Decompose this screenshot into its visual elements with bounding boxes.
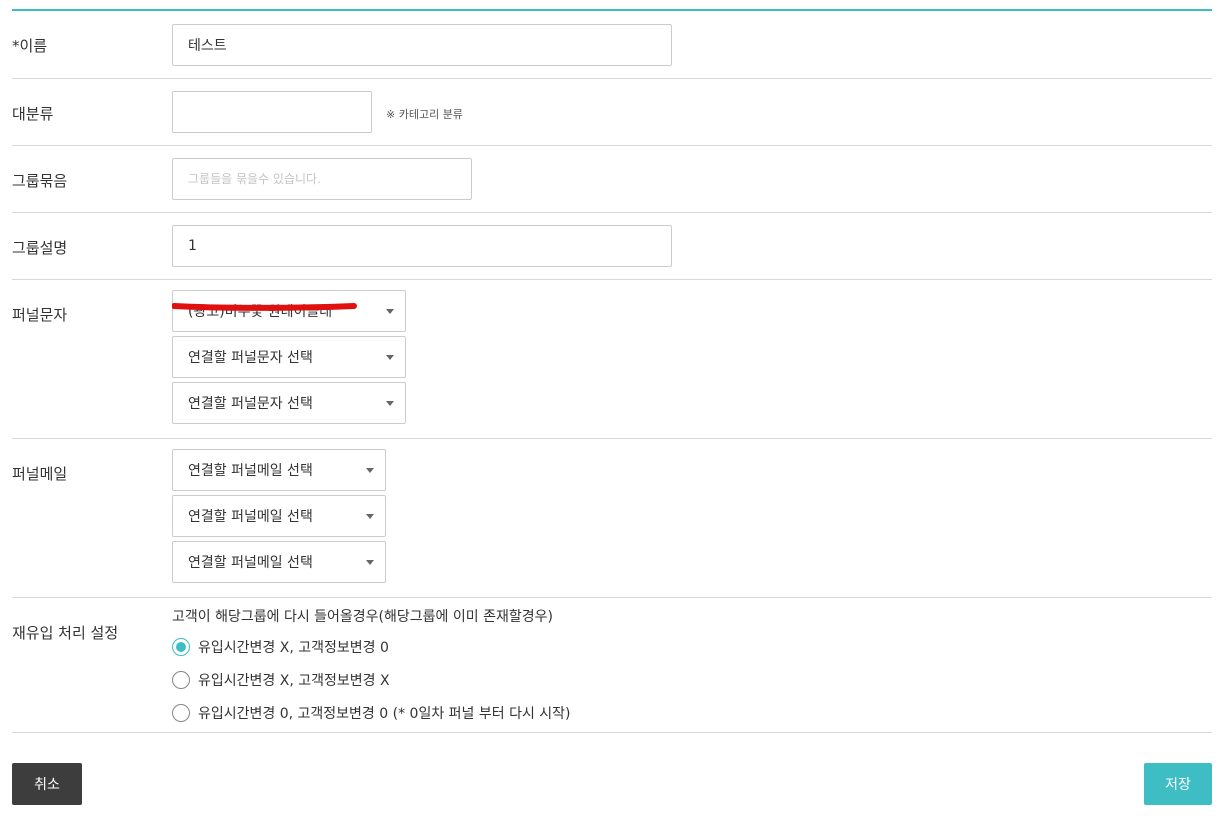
- radio-unchecked-icon[interactable]: [172, 704, 190, 722]
- funnel-sms-select-3-value: 연결할 퍼널문자 선택: [188, 396, 313, 412]
- group-desc-label: 그룹설명: [12, 239, 68, 257]
- funnel-sms-select-2-value: 연결할 퍼널문자 선택: [188, 350, 313, 366]
- chevron-down-icon: [366, 514, 374, 519]
- name-label: *이름: [12, 37, 48, 55]
- funnel-sms-select-2[interactable]: 연결할 퍼널문자 선택: [172, 336, 406, 378]
- reentry-option-1[interactable]: 유입시간변경 X, 고객정보변경 0: [172, 637, 389, 657]
- funnel-sms-label: 퍼널문자: [12, 306, 68, 324]
- funnel-mail-select-3-value: 연결할 퍼널메일 선택: [188, 555, 313, 571]
- funnel-mail-select-1-value: 연결할 퍼널메일 선택: [188, 463, 313, 479]
- chevron-down-icon: [386, 309, 394, 314]
- funnel-mail-select-3[interactable]: 연결할 퍼널메일 선택: [172, 541, 386, 583]
- funnel-mail-select-2-value: 연결할 퍼널메일 선택: [188, 509, 313, 525]
- reentry-option-3[interactable]: 유입시간변경 0, 고객정보변경 0 (* 0일차 퍼널 부터 다시 시작): [172, 703, 571, 723]
- form-row-group-desc: 그룹설명: [12, 213, 1212, 280]
- form-row-category: 대분류 ※ 카테고리 분류: [12, 79, 1212, 146]
- cancel-button[interactable]: 취소: [12, 763, 82, 805]
- funnel-mail-select-2[interactable]: 연결할 퍼널메일 선택: [172, 495, 386, 537]
- category-label: 대분류: [12, 105, 54, 123]
- category-input[interactable]: [172, 91, 372, 133]
- group-bundle-input[interactable]: [172, 158, 472, 200]
- chevron-down-icon: [366, 468, 374, 473]
- group-desc-input[interactable]: [172, 225, 672, 267]
- form-row-reentry: 재유입 처리 설정 고객이 해당그룹에 다시 들어올경우(해당그룹에 이미 존재…: [12, 598, 1212, 733]
- funnel-mail-select-1[interactable]: 연결할 퍼널메일 선택: [172, 449, 386, 491]
- reentry-option-2[interactable]: 유입시간변경 X, 고객정보변경 X: [172, 670, 390, 690]
- form-row-group-bundle: 그룹묶음: [12, 146, 1212, 213]
- group-bundle-label: 그룹묶음: [12, 172, 68, 190]
- red-underline-mark: [172, 303, 357, 311]
- reentry-label: 재유입 처리 설정: [12, 624, 119, 642]
- category-hint: ※ 카테고리 분류: [386, 108, 463, 121]
- radio-checked-icon[interactable]: [172, 638, 190, 656]
- chevron-down-icon: [366, 560, 374, 565]
- save-button[interactable]: 저장: [1144, 763, 1212, 805]
- chevron-down-icon: [386, 401, 394, 406]
- reentry-option-2-label: 유입시간변경 X, 고객정보변경 X: [198, 673, 390, 689]
- reentry-option-3-label: 유입시간변경 0, 고객정보변경 0 (* 0일차 퍼널 부터 다시 시작): [198, 706, 571, 722]
- funnel-mail-label: 퍼널메일: [12, 465, 68, 483]
- form-row-funnel-mail: 퍼널메일 연결할 퍼널메일 선택 연결할 퍼널메일 선택 연결할 퍼널메일 선택: [12, 439, 1212, 598]
- reentry-option-1-label: 유입시간변경 X, 고객정보변경 0: [198, 640, 389, 656]
- form-row-name: *이름: [12, 11, 1212, 79]
- funnel-sms-select-3[interactable]: 연결할 퍼널문자 선택: [172, 382, 406, 424]
- form-row-funnel-sms: 퍼널문자 (광고)비누꽃 원데이클래 연결할 퍼널문자 선택 연결할 퍼널문자 …: [12, 280, 1212, 439]
- chevron-down-icon: [386, 355, 394, 360]
- name-input[interactable]: [172, 24, 672, 66]
- radio-unchecked-icon[interactable]: [172, 671, 190, 689]
- reentry-description: 고객이 해당그룹에 다시 들어올경우(해당그룹에 이미 존재할경우): [172, 609, 553, 625]
